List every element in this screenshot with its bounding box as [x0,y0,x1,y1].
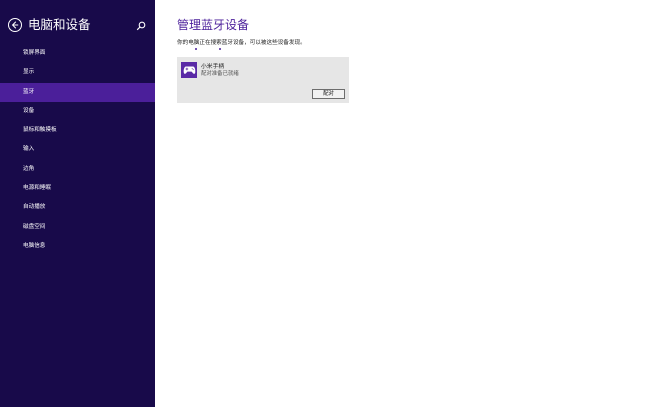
sidebar-title: 电脑和设备 [28,17,91,32]
nav-item-bluetooth[interactable]: 蓝牙 [0,82,155,102]
search-status-text: 你的电脑正在搜索蓝牙设备，可以被这些设备发现。 [177,40,306,46]
device-status: 配对准备已就绪 [201,71,239,77]
device-name: 小米手柄 [201,64,225,70]
nav-item-autoplay[interactable]: 自动播放 [0,198,155,217]
sidebar: 电脑和设备 锁屏界面 显示 蓝牙 设备 鼠标和触摸板 输入 边角 电源和睡眠 自… [0,0,155,407]
pair-button[interactable]: 配对 [312,89,345,99]
progress-dot [195,48,197,50]
nav-item-display[interactable]: 显示 [0,63,155,82]
search-icon[interactable] [136,21,146,31]
nav-item-corners[interactable]: 边角 [0,160,155,179]
sidebar-header: 电脑和设备 [8,16,150,38]
back-arrow-icon[interactable] [8,18,22,32]
device-card[interactable]: 小米手柄 配对准备已就绪 配对 [177,57,349,103]
page-title: 管理蓝牙设备 [177,18,250,32]
progress-dot [219,48,221,50]
main-content: 管理蓝牙设备 你的电脑正在搜索蓝牙设备，可以被这些设备发现。 小米手柄 配对准备… [155,0,650,407]
gamepad-icon [181,62,197,78]
nav-item-lock-screen[interactable]: 锁屏界面 [0,44,155,63]
nav-item-pc-info[interactable]: 电脑信息 [0,237,155,256]
nav-item-devices[interactable]: 设备 [0,102,155,121]
nav-item-power-sleep[interactable]: 电源和睡眠 [0,179,155,198]
progress-dots [195,48,225,52]
sidebar-nav: 锁屏界面 显示 蓝牙 设备 鼠标和触摸板 输入 边角 电源和睡眠 自动播放 磁盘… [0,44,155,256]
nav-item-mouse-touchpad[interactable]: 鼠标和触摸板 [0,121,155,140]
nav-item-disk-space[interactable]: 磁盘空间 [0,218,155,237]
nav-item-typing[interactable]: 输入 [0,140,155,159]
